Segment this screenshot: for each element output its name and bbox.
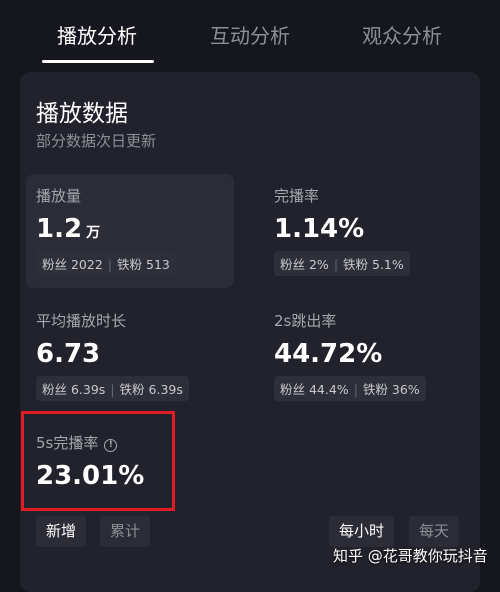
metric-breakdown: 粉丝 2022 | 铁粉 513 bbox=[36, 251, 176, 276]
tab-play-analysis[interactable]: 播放分析 bbox=[57, 20, 137, 49]
toggle-cumulative-button[interactable]: 累计 bbox=[100, 516, 151, 547]
watermark-text: 知乎 @花哥教你玩抖音 bbox=[333, 547, 488, 565]
play-data-card: 播放数据 部分数据次日更新 播放量 1.2 万 粉丝 2022 | 铁粉 513 完播… bbox=[20, 72, 480, 592]
active-tab-indicator bbox=[42, 60, 154, 63]
metric-value: 1.2 万 bbox=[36, 214, 101, 244]
metric-breakdown: 粉丝 2% | 铁粉 5.1% bbox=[274, 251, 410, 276]
metric-value: 44.72% bbox=[274, 339, 383, 369]
tab-audience-analysis[interactable]: 观众分析 bbox=[362, 20, 442, 49]
card-subtitle: 部分数据次日更新 bbox=[36, 132, 157, 150]
card-title: 播放数据 bbox=[36, 101, 128, 127]
metric-label: 完播率 bbox=[274, 187, 320, 205]
metric-breakdown: 粉丝 6.39s | 铁粉 6.39s bbox=[36, 376, 189, 401]
metric-value: 1.14% bbox=[274, 214, 365, 244]
annotation-highlight-box bbox=[21, 411, 175, 511]
metric-completion[interactable]: 完播率 1.14% 粉丝 2% | 铁粉 5.1% bbox=[274, 185, 410, 276]
metric-plays[interactable]: 播放量 1.2 万 粉丝 2022 | 铁粉 513 bbox=[36, 185, 176, 276]
toggle-new-button[interactable]: 新增 bbox=[36, 516, 87, 547]
metric-unit: 万 bbox=[86, 225, 101, 241]
tab-interaction-analysis[interactable]: 互动分析 bbox=[210, 20, 290, 49]
metric-label: 2s跳出率 bbox=[274, 312, 337, 330]
metric-avg-duration[interactable]: 平均播放时长 6.73 粉丝 6.39s | 铁粉 6.39s bbox=[36, 310, 189, 401]
toggle-hourly-button[interactable]: 每小时 bbox=[329, 516, 395, 547]
metric-label: 平均播放时长 bbox=[36, 312, 127, 330]
toggle-daily-button[interactable]: 每天 bbox=[409, 516, 460, 547]
metric-value: 6.73 bbox=[36, 339, 101, 369]
metric-label: 播放量 bbox=[36, 187, 82, 205]
metric-bounce-2s[interactable]: 2s跳出率 44.72% 粉丝 44.4% | 铁粉 36% bbox=[274, 310, 426, 401]
metric-breakdown: 粉丝 44.4% | 铁粉 36% bbox=[274, 376, 426, 401]
analysis-tabs: 播放分析 互动分析 观众分析 bbox=[0, 0, 500, 70]
